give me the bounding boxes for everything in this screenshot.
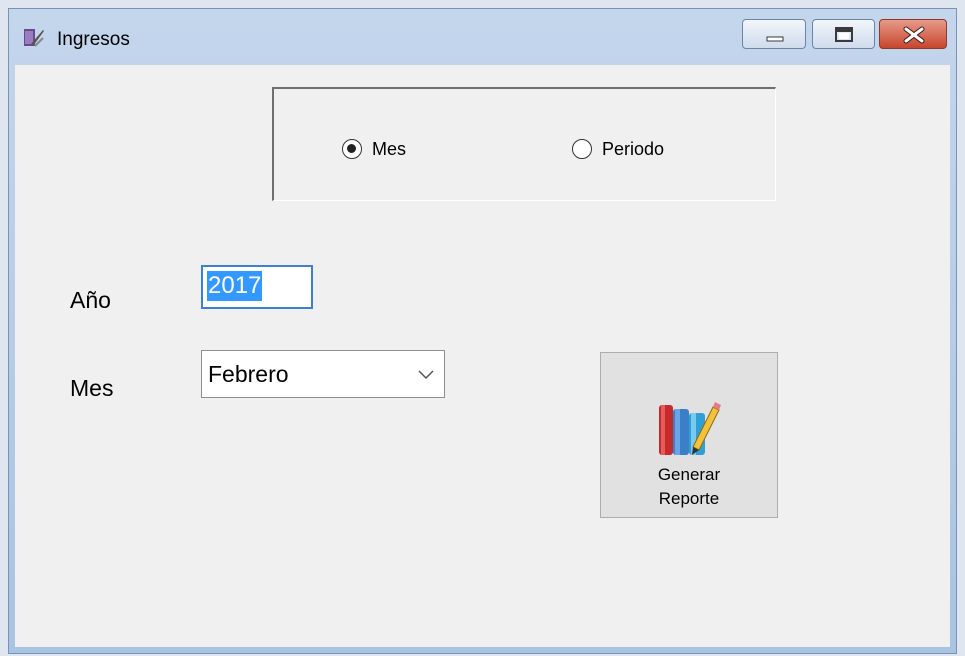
maximize-icon xyxy=(835,27,853,42)
year-input-value[interactable]: 2017 xyxy=(207,271,263,301)
client-area: Mes Periodo Año 2017 Mes Febrero Generar… xyxy=(15,65,950,647)
generate-report-line1[interactable]: Generar xyxy=(601,463,777,487)
radio-mes[interactable]: Mes xyxy=(342,137,406,161)
title-bar[interactable]: Ingresos xyxy=(9,9,956,65)
radio-mes-label[interactable]: Mes xyxy=(372,139,406,160)
radio-periodo-label[interactable]: Periodo xyxy=(602,139,664,160)
generate-report-label[interactable]: Generar Reporte xyxy=(601,463,777,511)
radio-periodo-circle[interactable] xyxy=(572,139,592,159)
app-icon xyxy=(21,26,45,50)
minimize-button[interactable] xyxy=(742,19,806,49)
radio-mes-circle[interactable] xyxy=(342,139,362,159)
maximize-button[interactable] xyxy=(812,19,875,49)
app-window: Ingresos Mes Periodo Año 2017 Mes Febrer… xyxy=(8,8,957,654)
window-title: Ingresos xyxy=(57,29,130,50)
generate-report-line2[interactable]: Reporte xyxy=(601,487,777,511)
minimize-icon xyxy=(766,36,784,42)
month-select[interactable]: Febrero xyxy=(201,350,445,398)
year-label: Año xyxy=(70,287,111,313)
mode-groupbox: Mes Periodo xyxy=(272,87,776,201)
close-icon xyxy=(903,26,925,44)
year-input[interactable]: 2017 xyxy=(201,265,313,309)
radio-periodo[interactable]: Periodo xyxy=(572,137,664,161)
month-label: Mes xyxy=(70,375,114,401)
month-select-value[interactable]: Febrero xyxy=(208,361,289,388)
close-button[interactable] xyxy=(879,19,947,49)
generate-report-button[interactable]: Generar Reporte xyxy=(600,352,778,518)
books-pencil-icon xyxy=(655,397,723,462)
chevron-down-icon[interactable] xyxy=(418,367,434,385)
